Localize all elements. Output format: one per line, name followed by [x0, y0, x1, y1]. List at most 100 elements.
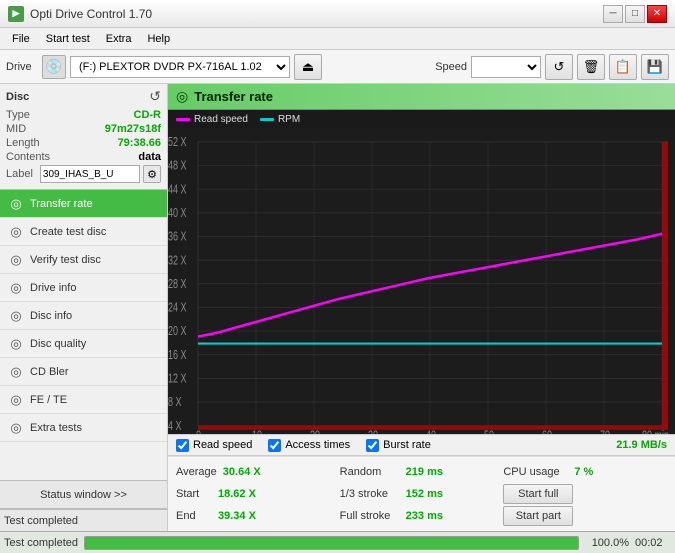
cpu-value: 7 % [574, 466, 604, 478]
sidebar-bottom: Status window >> Test completed [0, 480, 167, 531]
sidebar-item-fe-te-label: FE / TE [30, 394, 67, 406]
svg-text:48 X: 48 X [168, 159, 187, 173]
sidebar-item-transfer-rate-label: Transfer rate [30, 198, 93, 210]
disc-label-icon-btn[interactable]: ⚙ [143, 165, 161, 183]
status-window-button[interactable]: Status window >> [0, 481, 167, 509]
average-value: 30.64 X [223, 466, 273, 478]
full-stroke-group: Full stroke 233 ms [340, 510, 504, 522]
reload-button[interactable]: ↺ [545, 54, 573, 80]
disc-quality-icon: ◎ [8, 336, 24, 352]
stats-area: Average 30.64 X Random 219 ms CPU usage … [168, 456, 675, 531]
svg-text:44 X: 44 X [168, 183, 187, 197]
disc-length-label: Length [6, 137, 40, 149]
cd-bler-icon: ◎ [8, 364, 24, 380]
sidebar-item-fe-te[interactable]: ◎ FE / TE [0, 386, 167, 414]
menu-extra[interactable]: Extra [98, 31, 140, 47]
read-speed-checkbox-label[interactable]: Read speed [176, 439, 252, 452]
start-part-button[interactable]: Start part [503, 506, 573, 526]
panel-header: ◎ Transfer rate [168, 84, 675, 110]
disc-type-row: Type CD-R [6, 109, 161, 121]
start-full-button[interactable]: Start full [503, 484, 573, 504]
sidebar-item-disc-info-label: Disc info [30, 310, 72, 322]
sidebar-item-create-test-disc-label: Create test disc [30, 226, 106, 238]
svg-text:4 X: 4 X [168, 419, 182, 433]
disc-contents-value: data [138, 151, 161, 163]
disc-mid-value: 97m27s18f [105, 123, 161, 135]
sidebar-item-drive-info[interactable]: ◎ Drive info [0, 274, 167, 302]
burst-rate-checkbox-text: Burst rate [383, 439, 431, 451]
burst-rate-checkbox[interactable] [366, 439, 379, 452]
menu-file[interactable]: File [4, 31, 38, 47]
sidebar-item-extra-tests[interactable]: ◎ Extra tests [0, 414, 167, 442]
full-stroke-label: Full stroke [340, 510, 400, 522]
panel-header-title: Transfer rate [194, 89, 273, 104]
disc-contents-row: Contents data [6, 151, 161, 163]
sidebar-item-cd-bler-label: CD Bler [30, 366, 69, 378]
legend-rpm-label: RPM [278, 114, 300, 125]
disc-length-row: Length 79:38.66 [6, 137, 161, 149]
speed-select[interactable] [471, 56, 541, 78]
menu-help[interactable]: Help [139, 31, 178, 47]
legend-read-speed: Read speed [176, 114, 248, 125]
nav-list: ◎ Transfer rate ◎ Create test disc ◎ Ver… [0, 190, 167, 480]
end-label: End [176, 510, 212, 522]
close-button[interactable]: ✕ [647, 5, 667, 23]
sidebar-item-cd-bler[interactable]: ◎ CD Bler [0, 358, 167, 386]
access-times-checkbox-label[interactable]: Access times [268, 439, 350, 452]
disc-label-label: Label [6, 168, 33, 180]
status-window-label: Status window >> [40, 489, 127, 501]
clear-button[interactable]: 🗑 [577, 54, 605, 80]
sidebar-item-extra-tests-label: Extra tests [30, 422, 82, 434]
sidebar-item-transfer-rate[interactable]: ◎ Transfer rate [0, 190, 167, 218]
access-times-checkbox[interactable] [268, 439, 281, 452]
disc-panel: Disc ↺ Type CD-R MID 97m27s18f Length 79… [0, 84, 167, 190]
minimize-button[interactable]: ─ [603, 5, 623, 23]
svg-text:60: 60 [542, 429, 552, 434]
svg-text:70: 70 [600, 429, 610, 434]
maximize-button[interactable]: □ [625, 5, 645, 23]
eject-button[interactable]: ⏏ [294, 54, 322, 80]
history-button[interactable]: 📋 [609, 54, 637, 80]
read-speed-checkbox-text: Read speed [193, 439, 252, 451]
drive-icon: 💿 [42, 55, 66, 79]
random-group: Random 219 ms [340, 466, 504, 478]
svg-text:40 X: 40 X [168, 207, 187, 221]
create-test-disc-icon: ◎ [8, 224, 24, 240]
average-label: Average [176, 466, 217, 478]
svg-text:12 X: 12 X [168, 372, 187, 386]
disc-label-row: Label ⚙ [6, 165, 161, 183]
save-button[interactable]: 💾 [641, 54, 669, 80]
disc-length-value: 79:38.66 [118, 137, 161, 149]
content-area: ◎ Transfer rate Read speed RPM [168, 84, 675, 531]
sidebar-item-disc-quality-label: Disc quality [30, 338, 86, 350]
drive-select[interactable]: (F:) PLEXTOR DVDR PX-716AL 1.02 [70, 56, 290, 78]
read-speed-checkbox[interactable] [176, 439, 189, 452]
stroke13-value: 152 ms [406, 488, 451, 500]
menu-start-test[interactable]: Start test [38, 31, 98, 47]
sidebar-item-create-test-disc[interactable]: ◎ Create test disc [0, 218, 167, 246]
sidebar-item-verify-test-disc[interactable]: ◎ Verify test disc [0, 246, 167, 274]
svg-text:36 X: 36 X [168, 230, 187, 244]
svg-text:28 X: 28 X [168, 278, 187, 292]
average-group: Average 30.64 X [176, 466, 340, 478]
sidebar-item-disc-quality[interactable]: ◎ Disc quality [0, 330, 167, 358]
window-title: Opti Drive Control 1.70 [30, 7, 152, 21]
burst-rate-checkbox-label[interactable]: Burst rate [366, 439, 431, 452]
sidebar-item-drive-info-label: Drive info [30, 282, 76, 294]
app-icon: ▶ [8, 6, 24, 22]
sidebar-item-disc-info[interactable]: ◎ Disc info [0, 302, 167, 330]
svg-text:52 X: 52 X [168, 136, 187, 150]
end-value: 39.34 X [218, 510, 268, 522]
start-part-group: Start part [503, 506, 667, 526]
title-bar-controls: ─ □ ✕ [603, 5, 667, 23]
disc-panel-header: Disc ↺ [6, 88, 161, 105]
svg-text:8 X: 8 X [168, 396, 182, 410]
random-value: 219 ms [406, 466, 451, 478]
test-completed-label: Test completed [4, 537, 78, 549]
disc-label-input[interactable] [40, 165, 140, 183]
disc-refresh-icon[interactable]: ↺ [149, 88, 161, 105]
svg-text:20: 20 [310, 429, 320, 434]
random-label: Random [340, 466, 400, 478]
access-times-checkbox-text: Access times [285, 439, 350, 451]
disc-mid-row: MID 97m27s18f [6, 123, 161, 135]
